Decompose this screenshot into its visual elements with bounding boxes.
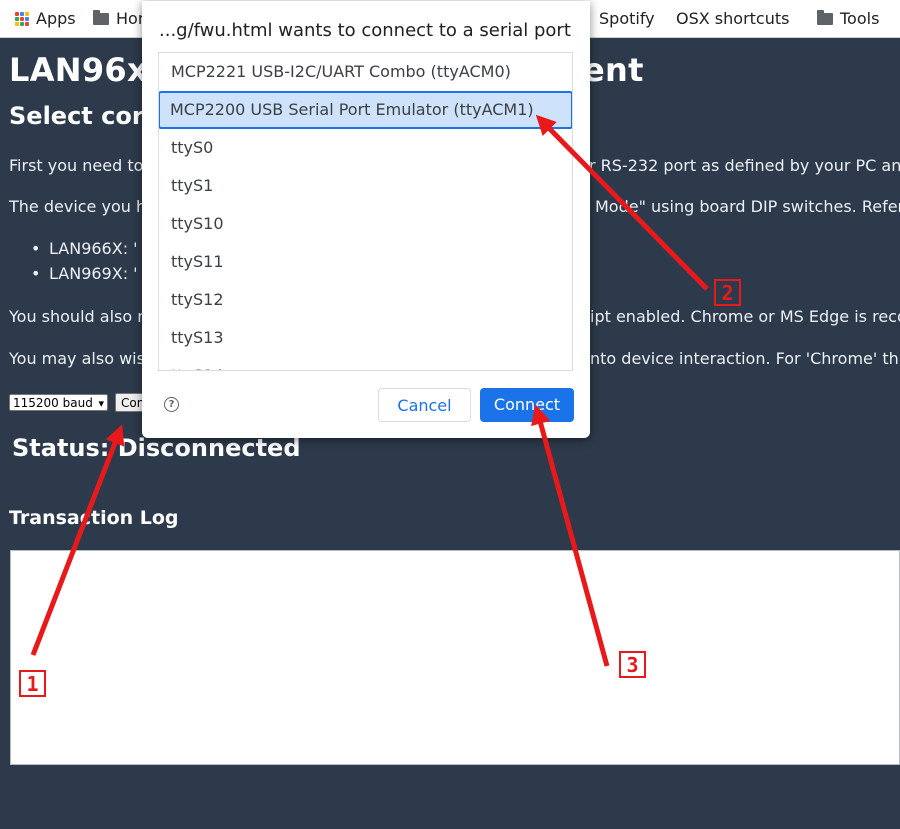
port-list[interactable]: MCP2221 USB-I2C/UART Combo (ttyACM0) MCP2… bbox=[158, 52, 573, 371]
baud-rate-select[interactable]: 115200 baud bbox=[9, 394, 108, 412]
folder-icon bbox=[93, 9, 109, 25]
port-item[interactable]: ttyS13 bbox=[159, 319, 572, 357]
bookmark-home[interactable]: Hon bbox=[93, 9, 148, 28]
dialog-title: ...g/fwu.html wants to connect to a seri… bbox=[159, 20, 571, 41]
port-item[interactable]: ttyS14 bbox=[159, 357, 572, 370]
bookmark-spotify[interactable]: Spotify bbox=[599, 9, 655, 28]
folder-icon bbox=[817, 9, 833, 25]
page-connect-button[interactable]: Con bbox=[115, 393, 145, 412]
paragraph-2-right: Mode" using board DIP switches. Refer bbox=[595, 197, 900, 216]
annotation-label-2: 2 bbox=[714, 279, 741, 306]
annotation-label-3: 3 bbox=[619, 651, 646, 678]
bullet-lan966x: LAN966X: ' bbox=[31, 239, 137, 258]
bookmark-apps-label: Apps bbox=[36, 9, 76, 28]
bookmark-osx-shortcuts[interactable]: OSX shortcuts bbox=[669, 9, 789, 28]
port-item[interactable]: ttyS11 bbox=[159, 243, 572, 281]
port-item[interactable]: ttyS12 bbox=[159, 281, 572, 319]
apps-grid-icon bbox=[15, 11, 29, 26]
port-item[interactable]: ttyS10 bbox=[159, 205, 572, 243]
bookmark-apps[interactable]: Apps bbox=[15, 9, 76, 28]
bookmark-spotify-label: Spotify bbox=[599, 9, 655, 28]
bookmark-tools-label: Tools bbox=[840, 9, 880, 28]
paragraph-3-left: You should also r bbox=[9, 307, 144, 326]
connect-button[interactable]: Connect bbox=[480, 388, 574, 422]
cancel-button[interactable]: Cancel bbox=[378, 388, 471, 422]
port-item[interactable]: ttyS0 bbox=[159, 129, 572, 167]
status-text: Status: Disconnected bbox=[12, 434, 301, 462]
bookmark-tools[interactable]: Tools bbox=[817, 9, 879, 28]
paragraph-4-right: nto device interaction. For 'Chrome' thi… bbox=[590, 349, 900, 368]
transaction-log-title: Transaction Log bbox=[9, 507, 179, 529]
paragraph-1-right: r RS-232 port as defined by your PC and bbox=[589, 156, 900, 175]
serial-port-dialog: ...g/fwu.html wants to connect to a seri… bbox=[142, 1, 590, 438]
paragraph-4-left: You may also wis bbox=[9, 349, 145, 368]
bullet-lan969x: LAN969X: ' bbox=[31, 264, 137, 283]
paragraph-1-left: First you need to bbox=[9, 156, 144, 175]
page-title-right: ent bbox=[583, 51, 644, 89]
transaction-log-area[interactable] bbox=[10, 550, 900, 765]
section-heading: Select cor bbox=[9, 102, 144, 130]
annotation-label-1: 1 bbox=[19, 670, 46, 697]
help-icon[interactable]: ? bbox=[164, 397, 179, 412]
paragraph-3-right: ipt enabled. Chrome or MS Edge is reco bbox=[590, 307, 900, 326]
page-title-left: LAN96x bbox=[9, 51, 148, 89]
bookmark-osx-label: OSX shortcuts bbox=[676, 9, 790, 28]
port-item[interactable]: MCP2200 USB Serial Port Emulator (ttyACM… bbox=[159, 91, 572, 129]
paragraph-2-left: The device you h bbox=[9, 197, 147, 216]
port-item[interactable]: ttyS1 bbox=[159, 167, 572, 205]
port-item[interactable]: MCP2221 USB-I2C/UART Combo (ttyACM0) bbox=[159, 53, 572, 91]
